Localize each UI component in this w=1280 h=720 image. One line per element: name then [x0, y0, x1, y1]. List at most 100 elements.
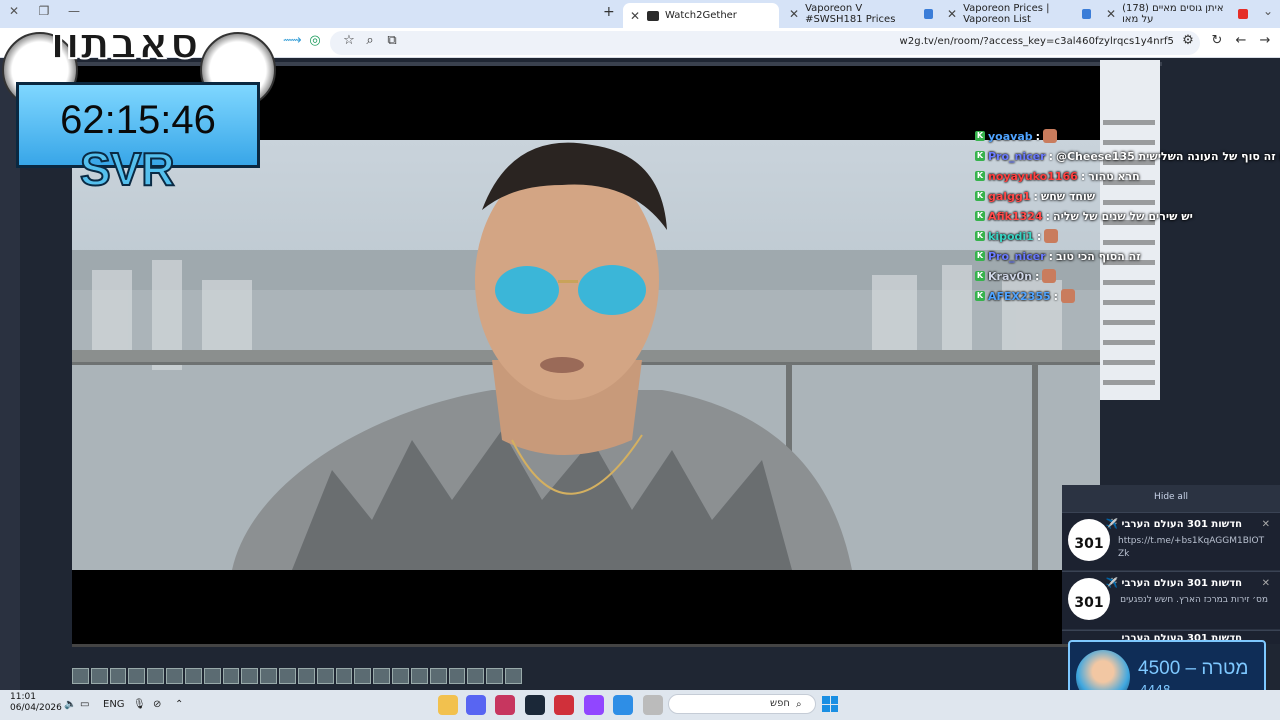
file-explorer-icon[interactable] [438, 695, 458, 715]
close-icon[interactable]: ✕ [1262, 578, 1270, 589]
tab-label: Watch2Gether [665, 10, 737, 21]
restore-window-icon[interactable]: ❐ [34, 4, 54, 18]
channel-logo: סאבתוו [49, 17, 200, 70]
room-side-panel[interactable] [1100, 60, 1160, 400]
tab-vaporeon-v[interactable]: ✕ Vaporeon V #SWSH181 Prices [783, 3, 939, 25]
chat-username: Afik1324 [988, 209, 1043, 223]
chat-username: Pro_nicer [988, 149, 1046, 163]
minimize-window-icon[interactable]: — [64, 4, 84, 18]
tab-vaporeon-prices[interactable]: ✕ Vaporeon Prices | Vaporeon List [941, 3, 1097, 25]
notification-body: מס׳ זירות במרכז הארץ. חשש לנפגעים [1120, 595, 1268, 605]
language-indicator[interactable]: ENG [103, 699, 125, 710]
chat-message: K noyayuko1166 : חרא טהור [975, 167, 1140, 185]
network-icon[interactable]: ▭ [80, 699, 89, 710]
chat-separator: : [1035, 129, 1041, 143]
video-frame-image [72, 142, 1100, 570]
badge-icon: K [975, 171, 985, 181]
chat-message: K galgg1 : שוחד שחש [975, 187, 1095, 205]
tab-search-icon[interactable]: ⌄ [1258, 4, 1278, 18]
badge-icon: K [975, 271, 985, 281]
extension-icon[interactable]: ◎ [306, 33, 324, 48]
badge-icon: K [975, 151, 985, 161]
chat-message: K kipodi1 : [975, 227, 1059, 245]
chrome-icon[interactable] [613, 695, 633, 715]
clock-date: 06/04/2026 [10, 703, 62, 713]
twitch-icon[interactable] [584, 695, 604, 715]
screenshot-icon[interactable]: ⧉ [383, 33, 401, 48]
pricecharting-favicon [1082, 9, 1091, 19]
chat-message: K yoavab : [975, 127, 1058, 145]
search-icon: ⌕ [796, 699, 802, 710]
youtube-favicon [1238, 9, 1248, 19]
tab-label: Vaporeon V #SWSH181 Prices [805, 3, 896, 25]
notification-card[interactable]: 301 חדשות 301 העולם הערבי ✈️ מס׳ זירות ב… [1062, 571, 1280, 629]
chat-username: kipodi1 [988, 229, 1034, 243]
seek-bar[interactable] [72, 644, 1100, 647]
chat-username: Pro_nicer [988, 249, 1046, 263]
reload-icon[interactable]: ↻ [1208, 33, 1226, 48]
zoom-icon[interactable]: ⌕ [361, 33, 379, 48]
tab-youtube[interactable]: ✕ (178) איתן גוסים מאיים על מאו [1100, 3, 1254, 25]
chevron-up-icon[interactable]: ⌃ [175, 699, 183, 710]
badge-icon: K [975, 231, 985, 241]
chat-message: K Pro_nicer : זה הסוף הכי טוב [975, 247, 1141, 265]
notification-title: חדשות 301 העולם הערבי ✈️ [1105, 578, 1242, 589]
taskbar-search[interactable] [668, 694, 816, 714]
chat-separator: : [1033, 189, 1038, 203]
new-tab-icon[interactable]: + [603, 4, 615, 20]
chat-text: @Cheese135 פתוח זה סוף של העונה השלישית [1055, 149, 1280, 163]
tab-close-icon[interactable]: ✕ [789, 7, 799, 21]
windows-start-icon[interactable] [822, 696, 838, 712]
search-placeholder: חפש [770, 698, 790, 709]
badge-icon: K [975, 291, 985, 301]
timer-label: SVR [79, 142, 176, 196]
close-icon[interactable]: ✕ [1262, 519, 1270, 530]
emote-icon [1043, 129, 1058, 143]
chat-separator: : [1053, 289, 1059, 303]
clock-time: 11:01 [10, 692, 36, 702]
app-icon[interactable] [554, 695, 574, 715]
badge-icon: K [975, 251, 985, 261]
chat-username: yoavab [988, 129, 1033, 143]
badge-icon: K [975, 211, 985, 221]
discord-icon[interactable] [466, 695, 486, 715]
chat-separator: : [1036, 229, 1042, 243]
chat-username: noyayuko1166 [988, 169, 1078, 183]
channel-301-icon: 301 [1068, 519, 1110, 561]
chat-text: זה הסוף הכי טוב [1055, 249, 1141, 263]
back-icon[interactable]: ← [1232, 33, 1250, 48]
steam-icon[interactable] [525, 695, 545, 715]
forward-icon[interactable]: → [1256, 33, 1274, 48]
badge-icon: K [975, 191, 985, 201]
stream-app-icon[interactable] [495, 695, 515, 715]
notification-card[interactable]: 301 חדשות 301 העולם הערבי ✈️ https://t.m… [1062, 512, 1280, 570]
emote-icon [1042, 269, 1057, 283]
chat-message: K Krav0n : [975, 267, 1057, 285]
tab-close-icon[interactable]: ✕ [1106, 7, 1116, 21]
close-window-icon[interactable]: ✕ [4, 4, 24, 18]
bookmark-star-icon[interactable]: ☆ [340, 33, 358, 48]
playlist-thumbnails[interactable] [72, 668, 522, 684]
hide-all-button[interactable]: Hide all [1062, 487, 1280, 507]
chat-separator: : [1048, 249, 1053, 263]
chat-separator: : [1048, 149, 1053, 163]
tab-close-icon[interactable]: ✕ [629, 9, 641, 23]
video-frame[interactable] [72, 140, 1100, 570]
extension-icon[interactable]: ⟿ [283, 33, 302, 48]
taskbar [0, 690, 1280, 720]
tab-watch2gether[interactable]: ✕ Watch2Gether [623, 3, 779, 28]
url-text[interactable]: w2g.tv/en/room/?access_key=c3al460fzylrq… [900, 36, 1174, 47]
tab-label: (178) איתן גוסים מאיים על מאו [1122, 3, 1224, 25]
site-info-icon[interactable]: ⚙ [1179, 33, 1197, 48]
no-video-icon[interactable]: ⊘ [153, 699, 161, 710]
chat-username: Krav0n [988, 269, 1033, 283]
window-icon[interactable] [643, 695, 663, 715]
chat-text: חרא טהור [1088, 169, 1140, 183]
microphone-icon[interactable]: 🎙 [133, 699, 146, 710]
chat-separator: : [1045, 209, 1051, 223]
volume-icon[interactable]: 🔈 [64, 699, 76, 710]
subathon-timer: 62:15:46 [60, 98, 216, 142]
taskbar-clock[interactable]: 11:01 06/04/2026 [10, 692, 62, 714]
tab-close-icon[interactable]: ✕ [947, 7, 957, 21]
chat-username: galgg1 [988, 189, 1031, 203]
